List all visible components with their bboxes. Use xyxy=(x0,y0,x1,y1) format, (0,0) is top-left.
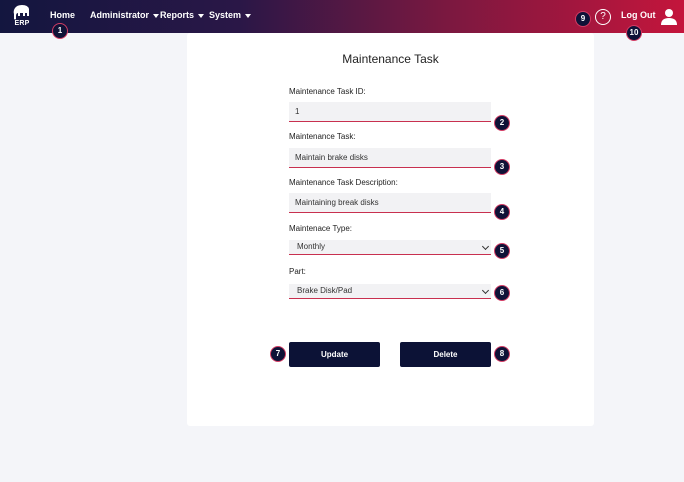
nav-system[interactable]: System xyxy=(209,10,252,20)
type-select[interactable]: Monthly xyxy=(289,240,491,255)
user-icon[interactable] xyxy=(660,8,678,26)
description-label: Maintenance Task Description: xyxy=(289,178,398,187)
type-label: Maintenace Type: xyxy=(289,224,353,233)
logo-text: ERP xyxy=(14,20,30,27)
marker-6: 6 xyxy=(494,285,510,301)
marker-3: 3 xyxy=(494,159,510,175)
caret-down-icon xyxy=(245,13,252,18)
nav-administrator-label: Administrator xyxy=(90,10,150,20)
marker-4: 4 xyxy=(494,204,510,220)
marker-7: 7 xyxy=(270,346,286,362)
nav-system-label: System xyxy=(209,10,242,20)
part-select[interactable]: Brake Disk/Pad xyxy=(289,284,491,299)
chevron-down-icon xyxy=(481,286,490,295)
task-input[interactable] xyxy=(289,148,491,168)
help-icon[interactable]: ? xyxy=(595,9,611,25)
type-selected-value: Monthly xyxy=(297,242,326,251)
delete-button[interactable]: Delete xyxy=(400,342,491,367)
nav-reports-label: Reports xyxy=(160,10,195,20)
description-input[interactable] xyxy=(289,193,491,213)
nav-administrator[interactable]: Administrator xyxy=(90,10,160,20)
nav-home[interactable]: Home xyxy=(50,10,75,20)
marker-10: 10 xyxy=(626,25,642,41)
logout-link[interactable]: Log Out xyxy=(621,10,656,20)
task-label: Maintenance Task: xyxy=(289,132,356,141)
caret-down-icon xyxy=(198,13,205,18)
elephant-logo-icon[interactable]: ERP xyxy=(11,5,33,29)
page-title: Maintenance Task xyxy=(342,52,439,66)
update-button[interactable]: Update xyxy=(289,342,380,367)
marker-9: 9 xyxy=(575,11,591,27)
marker-8: 8 xyxy=(494,346,510,362)
caret-down-icon xyxy=(153,13,160,18)
marker-1: 1 xyxy=(52,23,68,39)
marker-2: 2 xyxy=(494,115,510,131)
chevron-down-icon xyxy=(481,242,490,251)
nav-reports[interactable]: Reports xyxy=(160,10,205,20)
task-id-label: Maintenance Task ID: xyxy=(289,87,366,96)
task-id-input[interactable] xyxy=(289,102,491,122)
part-label: Part: xyxy=(289,267,306,276)
form-card xyxy=(187,33,594,426)
marker-5: 5 xyxy=(494,243,510,259)
part-selected-value: Brake Disk/Pad xyxy=(297,286,353,295)
